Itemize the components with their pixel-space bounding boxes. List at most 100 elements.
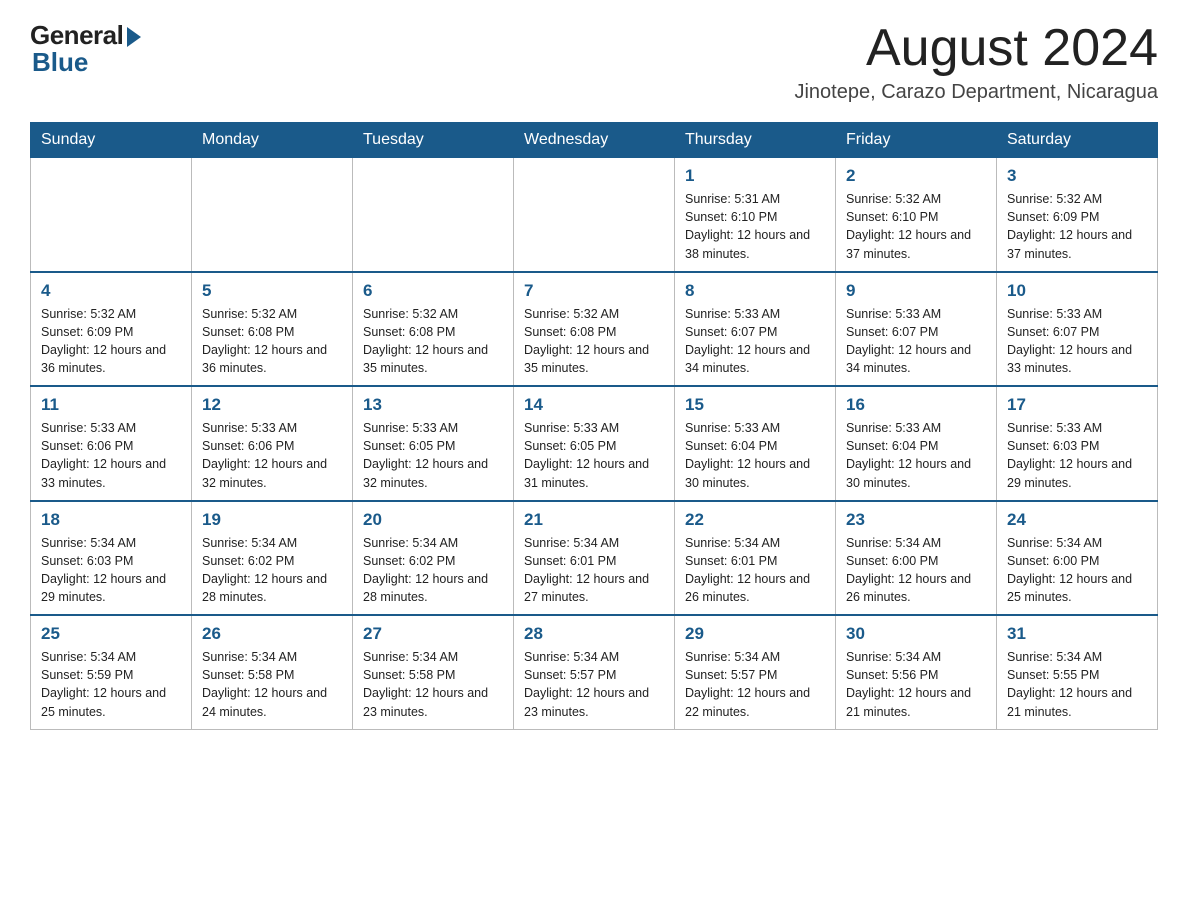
calendar-week-row: 1 Sunrise: 5:31 AM Sunset: 6:10 PM Daylig… — [31, 158, 1158, 272]
weekday-header-monday: Monday — [192, 123, 353, 158]
logo: General Blue — [30, 20, 141, 78]
calendar-cell: 31Sunrise: 5:34 AM Sunset: 5:55 PM Dayli… — [997, 615, 1158, 729]
day-number: 20 — [363, 510, 503, 530]
day-number: 22 — [685, 510, 825, 530]
day-number: 4 — [41, 281, 181, 301]
day-number: 18 — [41, 510, 181, 530]
calendar-cell: 1 Sunrise: 5:31 AM Sunset: 6:10 PM Daylig… — [675, 158, 836, 272]
calendar-cell: 5 Sunrise: 5:32 AM Sunset: 6:08 PM Daylig… — [192, 272, 353, 387]
calendar-cell: 27Sunrise: 5:34 AM Sunset: 5:58 PM Dayli… — [353, 615, 514, 729]
calendar-cell: 8 Sunrise: 5:33 AM Sunset: 6:07 PM Daylig… — [675, 272, 836, 387]
weekday-header-sunday: Sunday — [31, 123, 192, 158]
day-number: 2 — [846, 166, 986, 186]
calendar-cell: 18 Sunrise: 5:34 AM Sunset: 6:03 PM Dayli… — [31, 501, 192, 616]
day-info: Sunrise: 5:32 AM Sunset: 6:10 PM Dayligh… — [846, 190, 986, 263]
day-number: 6 — [363, 281, 503, 301]
calendar-header-row: SundayMondayTuesdayWednesdayThursdayFrid… — [31, 123, 1158, 158]
day-number: 10 — [1007, 281, 1147, 301]
day-number: 17 — [1007, 395, 1147, 415]
day-info: Sunrise: 5:33 AM Sunset: 6:07 PM Dayligh… — [846, 305, 986, 378]
day-info: Sunrise: 5:31 AM Sunset: 6:10 PM Dayligh… — [685, 190, 825, 263]
weekday-header-friday: Friday — [836, 123, 997, 158]
weekday-header-wednesday: Wednesday — [514, 123, 675, 158]
day-info: Sunrise: 5:34 AM Sunset: 6:03 PM Dayligh… — [41, 534, 181, 607]
title-section: August 2024 Jinotepe, Carazo Department,… — [794, 20, 1158, 104]
day-info: Sunrise: 5:34 AM Sunset: 5:57 PM Dayligh… — [524, 648, 664, 721]
calendar-cell: 4 Sunrise: 5:32 AM Sunset: 6:09 PM Daylig… — [31, 272, 192, 387]
calendar-week-row: 18 Sunrise: 5:34 AM Sunset: 6:03 PM Dayli… — [31, 501, 1158, 616]
day-number: 19 — [202, 510, 342, 530]
day-number: 28 — [524, 624, 664, 644]
day-number: 15 — [685, 395, 825, 415]
calendar-cell: 29 Sunrise: 5:34 AM Sunset: 5:57 PM Dayli… — [675, 615, 836, 729]
calendar-cell: 12 Sunrise: 5:33 AM Sunset: 6:06 PM Dayli… — [192, 386, 353, 501]
weekday-header-thursday: Thursday — [675, 123, 836, 158]
calendar-cell: 30Sunrise: 5:34 AM Sunset: 5:56 PM Dayli… — [836, 615, 997, 729]
day-info: Sunrise: 5:33 AM Sunset: 6:06 PM Dayligh… — [202, 419, 342, 492]
weekday-header-saturday: Saturday — [997, 123, 1158, 158]
logo-blue-text: Blue — [32, 47, 88, 78]
day-number: 26 — [202, 624, 342, 644]
day-info: Sunrise: 5:33 AM Sunset: 6:05 PM Dayligh… — [363, 419, 503, 492]
calendar-cell: 9 Sunrise: 5:33 AM Sunset: 6:07 PM Daylig… — [836, 272, 997, 387]
month-title: August 2024 — [794, 20, 1158, 77]
day-number: 21 — [524, 510, 664, 530]
day-number: 5 — [202, 281, 342, 301]
day-number: 14 — [524, 395, 664, 415]
calendar-cell — [31, 158, 192, 272]
calendar-cell: 7Sunrise: 5:32 AM Sunset: 6:08 PM Daylig… — [514, 272, 675, 387]
day-number: 1 — [685, 166, 825, 186]
day-number: 24 — [1007, 510, 1147, 530]
day-number: 25 — [41, 624, 181, 644]
day-info: Sunrise: 5:33 AM Sunset: 6:06 PM Dayligh… — [41, 419, 181, 492]
calendar-cell: 19 Sunrise: 5:34 AM Sunset: 6:02 PM Dayli… — [192, 501, 353, 616]
day-info: Sunrise: 5:34 AM Sunset: 6:00 PM Dayligh… — [846, 534, 986, 607]
day-info: Sunrise: 5:32 AM Sunset: 6:08 PM Dayligh… — [524, 305, 664, 378]
day-info: Sunrise: 5:33 AM Sunset: 6:07 PM Dayligh… — [685, 305, 825, 378]
calendar-table: SundayMondayTuesdayWednesdayThursdayFrid… — [30, 122, 1158, 730]
day-info: Sunrise: 5:34 AM Sunset: 5:59 PM Dayligh… — [41, 648, 181, 721]
day-info: Sunrise: 5:32 AM Sunset: 6:08 PM Dayligh… — [202, 305, 342, 378]
calendar-cell: 6 Sunrise: 5:32 AM Sunset: 6:08 PM Daylig… — [353, 272, 514, 387]
day-info: Sunrise: 5:33 AM Sunset: 6:05 PM Dayligh… — [524, 419, 664, 492]
calendar-cell: 24 Sunrise: 5:34 AM Sunset: 6:00 PM Dayli… — [997, 501, 1158, 616]
logo-arrow-icon — [127, 27, 141, 47]
day-info: Sunrise: 5:34 AM Sunset: 5:58 PM Dayligh… — [202, 648, 342, 721]
calendar-week-row: 11Sunrise: 5:33 AM Sunset: 6:06 PM Dayli… — [31, 386, 1158, 501]
day-number: 8 — [685, 281, 825, 301]
calendar-week-row: 25 Sunrise: 5:34 AM Sunset: 5:59 PM Dayli… — [31, 615, 1158, 729]
calendar-cell: 2 Sunrise: 5:32 AM Sunset: 6:10 PM Daylig… — [836, 158, 997, 272]
day-info: Sunrise: 5:33 AM Sunset: 6:04 PM Dayligh… — [685, 419, 825, 492]
calendar-cell: 20Sunrise: 5:34 AM Sunset: 6:02 PM Dayli… — [353, 501, 514, 616]
day-info: Sunrise: 5:32 AM Sunset: 6:09 PM Dayligh… — [41, 305, 181, 378]
day-info: Sunrise: 5:33 AM Sunset: 6:07 PM Dayligh… — [1007, 305, 1147, 378]
day-number: 23 — [846, 510, 986, 530]
day-number: 9 — [846, 281, 986, 301]
calendar-cell: 10 Sunrise: 5:33 AM Sunset: 6:07 PM Dayli… — [997, 272, 1158, 387]
day-info: Sunrise: 5:32 AM Sunset: 6:08 PM Dayligh… — [363, 305, 503, 378]
day-number: 12 — [202, 395, 342, 415]
calendar-cell: 25 Sunrise: 5:34 AM Sunset: 5:59 PM Dayli… — [31, 615, 192, 729]
calendar-cell — [353, 158, 514, 272]
day-number: 13 — [363, 395, 503, 415]
day-number: 30 — [846, 624, 986, 644]
weekday-header-tuesday: Tuesday — [353, 123, 514, 158]
day-info: Sunrise: 5:32 AM Sunset: 6:09 PM Dayligh… — [1007, 190, 1147, 263]
calendar-cell: 13 Sunrise: 5:33 AM Sunset: 6:05 PM Dayli… — [353, 386, 514, 501]
calendar-cell: 21 Sunrise: 5:34 AM Sunset: 6:01 PM Dayli… — [514, 501, 675, 616]
page-header: General Blue August 2024 Jinotepe, Caraz… — [30, 20, 1158, 104]
day-info: Sunrise: 5:34 AM Sunset: 6:02 PM Dayligh… — [202, 534, 342, 607]
day-number: 29 — [685, 624, 825, 644]
day-info: Sunrise: 5:34 AM Sunset: 5:58 PM Dayligh… — [363, 648, 503, 721]
calendar-cell: 11Sunrise: 5:33 AM Sunset: 6:06 PM Dayli… — [31, 386, 192, 501]
calendar-cell — [192, 158, 353, 272]
calendar-cell: 16Sunrise: 5:33 AM Sunset: 6:04 PM Dayli… — [836, 386, 997, 501]
day-number: 16 — [846, 395, 986, 415]
calendar-week-row: 4 Sunrise: 5:32 AM Sunset: 6:09 PM Daylig… — [31, 272, 1158, 387]
day-info: Sunrise: 5:34 AM Sunset: 6:01 PM Dayligh… — [685, 534, 825, 607]
day-info: Sunrise: 5:34 AM Sunset: 6:01 PM Dayligh… — [524, 534, 664, 607]
day-info: Sunrise: 5:34 AM Sunset: 5:57 PM Dayligh… — [685, 648, 825, 721]
location-title: Jinotepe, Carazo Department, Nicaragua — [794, 81, 1158, 104]
day-info: Sunrise: 5:34 AM Sunset: 6:00 PM Dayligh… — [1007, 534, 1147, 607]
day-info: Sunrise: 5:34 AM Sunset: 5:55 PM Dayligh… — [1007, 648, 1147, 721]
